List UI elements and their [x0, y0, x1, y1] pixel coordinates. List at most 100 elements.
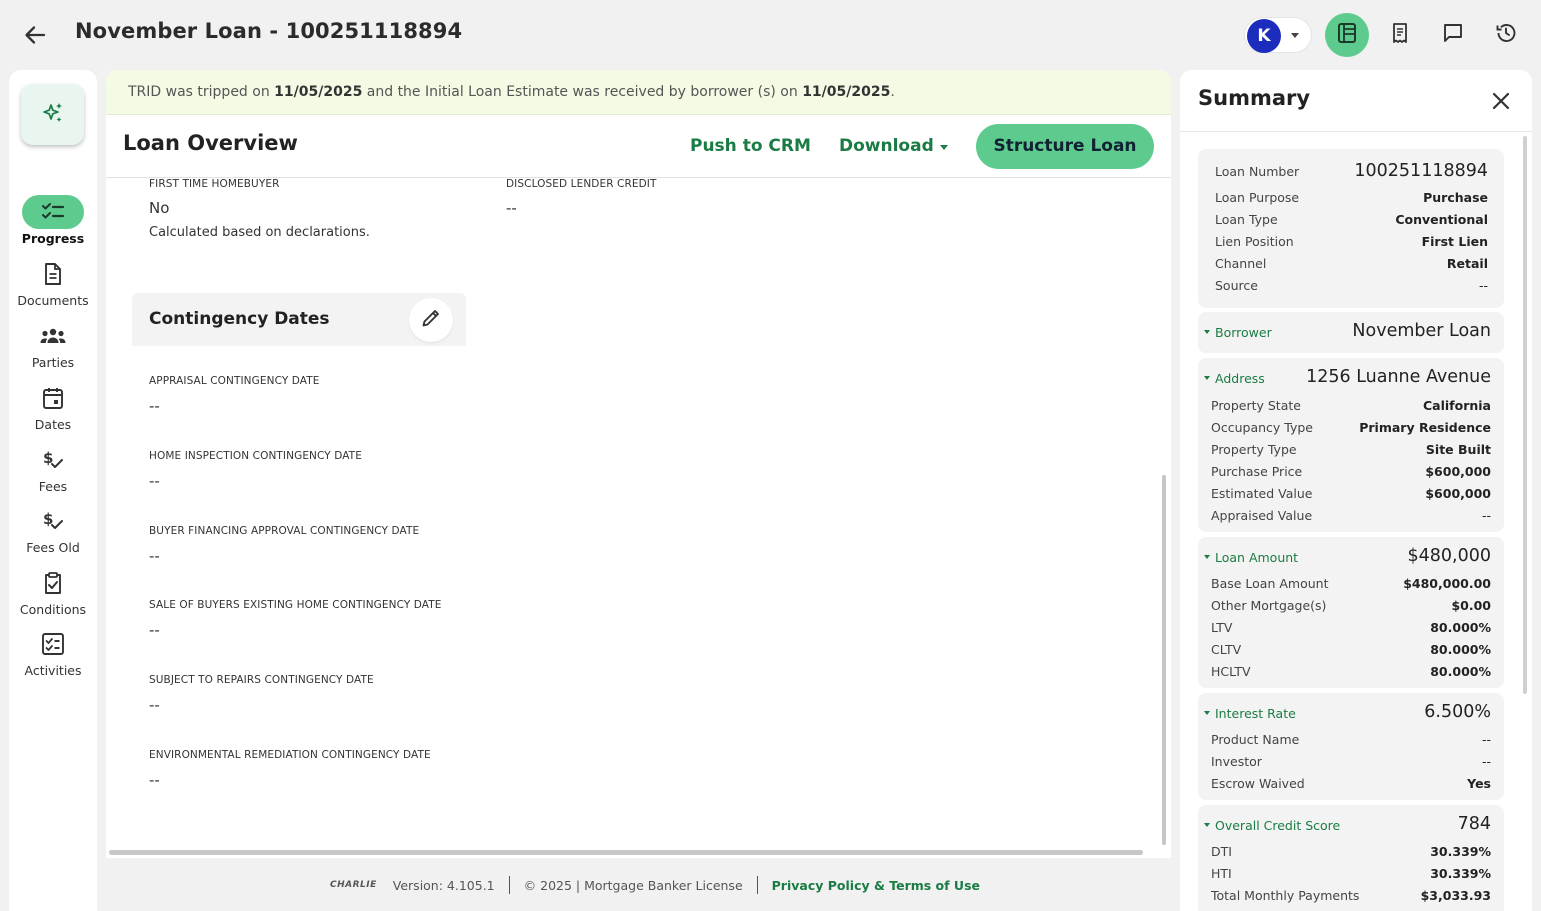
- nav-dates[interactable]: Dates: [9, 381, 97, 432]
- summary-value: 80.000%: [1430, 620, 1491, 635]
- summary-key: Other Mortgage(s): [1211, 598, 1327, 613]
- nav-label: Activities: [24, 663, 82, 678]
- summary-key: HTI: [1211, 866, 1232, 881]
- nav-label: Documents: [17, 293, 89, 308]
- messages-button[interactable]: [1431, 13, 1475, 57]
- receipt-button[interactable]: [1378, 13, 1422, 57]
- divider: [508, 876, 510, 894]
- nav-label: Fees Old: [26, 540, 80, 555]
- summary-row: Total Monthly Payments $3,033.93: [1198, 885, 1504, 907]
- summary-key: Estimated Value: [1211, 486, 1313, 501]
- interest-rate-value: 6.500%: [1424, 702, 1491, 722]
- overview-title: Loan Overview: [123, 131, 298, 155]
- summary-value: Site Built: [1425, 442, 1491, 457]
- divider: [756, 876, 758, 894]
- nav-parties[interactable]: Parties: [9, 319, 97, 370]
- loan-amount-section-toggle[interactable]: Loan Amount $480,000: [1198, 543, 1504, 573]
- loan-number-value: 100251118894: [1354, 161, 1488, 181]
- nav-documents[interactable]: Documents: [9, 257, 97, 308]
- summary-value: Yes: [1467, 776, 1491, 791]
- borrower-card: Borrower November Loan: [1198, 312, 1504, 353]
- summary-row: Lien Position First Lien: [1198, 231, 1504, 253]
- summary-row: Estimated Value $600,000: [1198, 483, 1504, 505]
- chevron-down-icon[interactable]: [940, 145, 948, 150]
- horizontal-scrollbar[interactable]: [109, 850, 1143, 855]
- summary-row: Property State California: [1198, 395, 1504, 417]
- summary-value: Retail: [1446, 256, 1488, 271]
- copyright-text: © 2025 | Mortgage Banker License: [523, 877, 743, 893]
- credit-score-section-toggle[interactable]: Overall Credit Score 784: [1198, 811, 1504, 841]
- summary-key: Purchase Price: [1211, 464, 1303, 479]
- caret-down-icon: [1204, 823, 1210, 827]
- history-button[interactable]: [1484, 13, 1528, 57]
- edit-contingency-button[interactable]: [409, 298, 453, 342]
- borrower-section-toggle[interactable]: Borrower November Loan: [1198, 318, 1504, 348]
- document-icon: [22, 257, 84, 291]
- summary-row: Loan Number 100251118894: [1198, 161, 1504, 183]
- summary-key: Lien Position: [1215, 234, 1294, 249]
- address-section-toggle[interactable]: Address 1256 Luanne Avenue: [1198, 364, 1504, 394]
- summary-key: Loan Type: [1215, 212, 1278, 227]
- close-icon[interactable]: [1488, 88, 1514, 114]
- summary-value: California: [1423, 398, 1491, 413]
- nav-fees-old[interactable]: $ Fees Old: [9, 504, 97, 555]
- summary-panel: Summary Loan Number 100251118894 Loan Pu…: [1180, 70, 1532, 911]
- privacy-policy-link[interactable]: Privacy Policy & Terms of Use: [772, 878, 980, 893]
- back-arrow-icon[interactable]: [22, 22, 48, 48]
- summary-value: $0.00: [1451, 598, 1491, 613]
- summary-row: Appraised Value --: [1198, 505, 1504, 527]
- summary-row: Loan Type Conventional: [1198, 209, 1504, 231]
- summary-key: Source: [1215, 278, 1258, 293]
- contingency-dates-header: Contingency Dates: [132, 293, 466, 346]
- summary-key: HCLTV: [1211, 664, 1251, 679]
- nav-progress[interactable]: Progress: [9, 195, 97, 246]
- download-button[interactable]: Download: [839, 136, 934, 156]
- loan-summary-button[interactable]: [1325, 13, 1369, 57]
- summary-value: $600,000: [1425, 486, 1491, 501]
- summary-row: Source --: [1198, 275, 1504, 297]
- overview-header: Loan Overview Push to CRM Download Struc…: [106, 115, 1171, 178]
- footer: CHARLIE Version: 4.105.1 © 2025 | Mortga…: [330, 873, 980, 897]
- structure-loan-button[interactable]: Structure Loan: [976, 124, 1154, 169]
- contingency-field-value: --: [149, 472, 160, 490]
- divider: [1180, 131, 1532, 132]
- summary-value: $600,000: [1425, 464, 1491, 479]
- dollar-check-icon: $: [22, 443, 84, 477]
- summary-title: Summary: [1198, 86, 1311, 110]
- nav-fees[interactable]: $ Fees: [9, 443, 97, 494]
- trid-banner: TRID was tripped on 11/05/2025 and the I…: [106, 70, 1171, 115]
- summary-key: LTV: [1211, 620, 1233, 635]
- calendar-icon: [22, 381, 84, 415]
- summary-key: DTI: [1211, 844, 1232, 859]
- trid-text: and the Initial Loan Estimate was receiv…: [362, 84, 803, 100]
- summary-scrollbar[interactable]: [1523, 136, 1527, 694]
- interest-rate-section-toggle[interactable]: Interest Rate 6.500%: [1198, 699, 1504, 729]
- receipt-icon: [1388, 21, 1412, 49]
- version-text: Version: 4.105.1: [392, 877, 495, 893]
- caret-down-icon: [1204, 555, 1210, 559]
- trid-text: .: [890, 84, 895, 100]
- summary-key: Product Name: [1211, 732, 1300, 747]
- sparkles-icon: [39, 99, 67, 131]
- contingency-field-value: --: [149, 397, 160, 415]
- summary-row: LTV 80.000%: [1198, 617, 1504, 639]
- contingency-field-label: HOME INSPECTION CONTINGENCY DATE: [149, 450, 362, 462]
- summary-key: Investor: [1211, 754, 1262, 769]
- contingency-field-value: --: [149, 547, 160, 565]
- summary-value: --: [1481, 754, 1491, 769]
- ai-assistant-button[interactable]: [21, 84, 84, 145]
- nav-activities[interactable]: Activities: [9, 627, 97, 678]
- summary-value: --: [1478, 278, 1488, 293]
- contingency-field-value: --: [149, 771, 160, 789]
- summary-row: HTI 30.339%: [1198, 863, 1504, 885]
- push-to-crm-button[interactable]: Push to CRM: [690, 136, 811, 156]
- user-menu[interactable]: K: [1244, 17, 1312, 53]
- summary-row: Base Loan Amount $480,000.00: [1198, 573, 1504, 595]
- vertical-scrollbar[interactable]: [1162, 475, 1166, 845]
- summary-value: 80.000%: [1430, 642, 1491, 657]
- contingency-field-label: ENVIRONMENTAL REMEDIATION CONTINGENCY DA…: [149, 749, 431, 761]
- checkbox-list-icon: [22, 627, 84, 661]
- contingency-field-value: --: [149, 621, 160, 639]
- nav-conditions[interactable]: Conditions: [9, 566, 97, 617]
- summary-row: Escrow Waived Yes: [1198, 773, 1504, 795]
